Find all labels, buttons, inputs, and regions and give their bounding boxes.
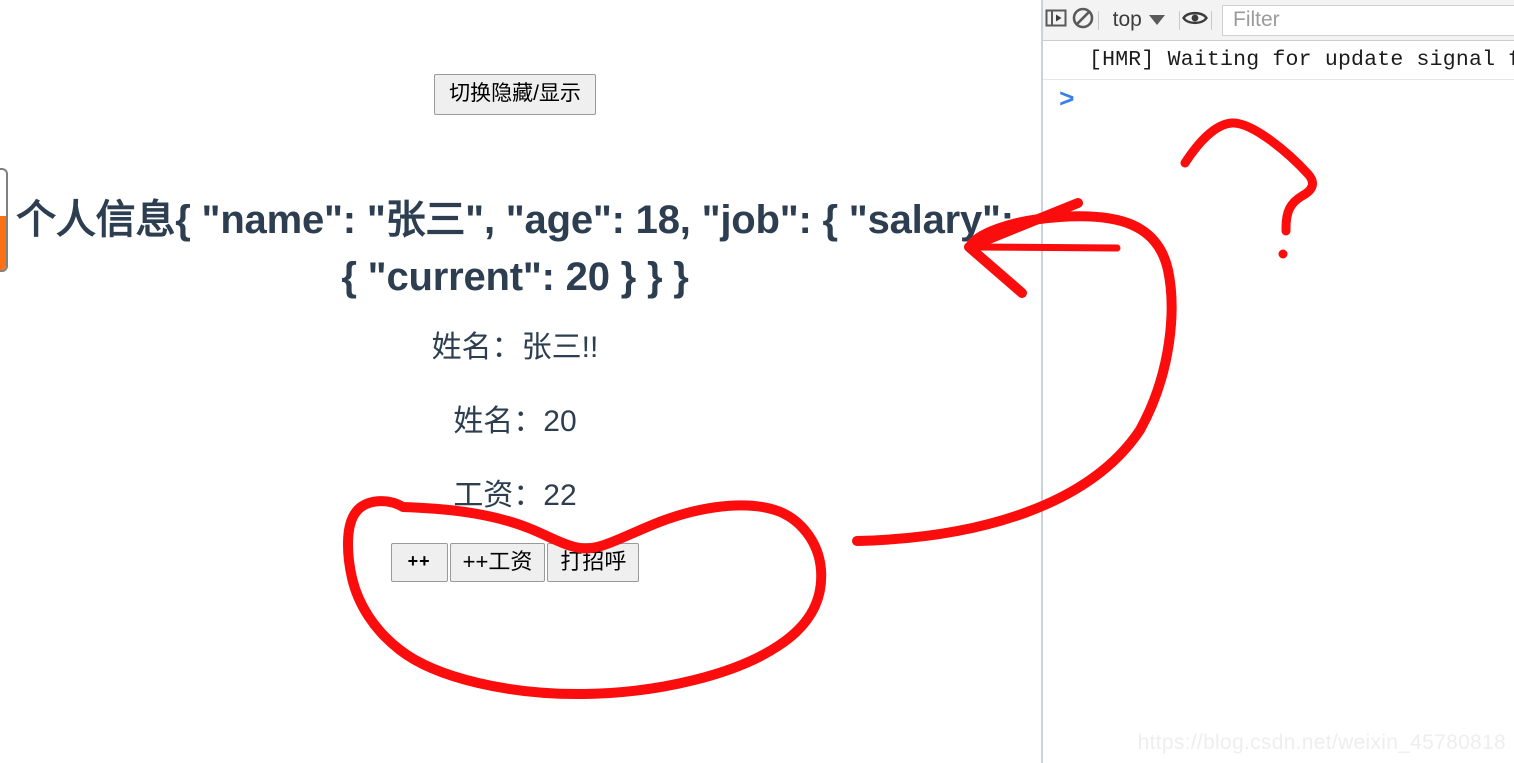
action-button-row: ++ ++工资 打招呼 [0,543,1030,583]
console-prompt-chevron-icon: > [1059,85,1075,115]
name-line: 姓名：张三!! [431,331,599,364]
watermark: https://blog.csdn.net/weixin_45780818 [1137,731,1506,754]
execution-context-selector[interactable]: top [1101,0,1177,41]
increment-wage-button[interactable]: ++工资 [449,543,546,583]
live-expression-button[interactable] [1181,0,1209,41]
sidebar-toggle-icon [1043,5,1069,36]
execution-context-label: top [1112,8,1142,31]
greet-button[interactable]: 打招呼 [547,543,640,583]
console-prompt[interactable]: > [1043,80,1514,120]
clear-console-button[interactable] [1070,0,1097,41]
console-message-list: [HMR] Waiting for update signal f > [1043,41,1514,120]
wage-line: 工资：22 [453,479,577,512]
chevron-down-icon [1148,15,1165,25]
page-title: 个人信息{ "name": "张三", "age": 18, "job": { … [16,197,1014,299]
toolbar-separator-2 [1178,10,1180,30]
age-line: 姓名：20 [453,405,577,438]
devtools-console-panel: top [HMR] Waiting for update signal f > [1043,0,1514,763]
clear-console-icon [1070,5,1096,36]
console-message-hmr: [HMR] Waiting for update signal f [1043,41,1514,80]
toggle-hide-show-button[interactable]: 切换隐藏/显示 [434,74,596,116]
console-toolbar: top [1043,0,1514,41]
toolbar-separator-3 [1211,10,1212,30]
screenshot-root: 切换隐藏/显示 个人信息{ "name": "张三", "age": 18, "… [0,0,1514,763]
page-viewport: 切换隐藏/显示 个人信息{ "name": "张三", "age": 18, "… [0,0,1041,763]
toggle-button-container: 切换隐藏/显示 [0,74,1030,116]
eye-icon [1181,5,1209,36]
toolbar-separator-1 [1098,10,1099,30]
console-filter-input[interactable] [1222,4,1514,36]
sidebar-toggle-button[interactable] [1043,0,1070,41]
increment-button[interactable]: ++ [390,543,448,582]
